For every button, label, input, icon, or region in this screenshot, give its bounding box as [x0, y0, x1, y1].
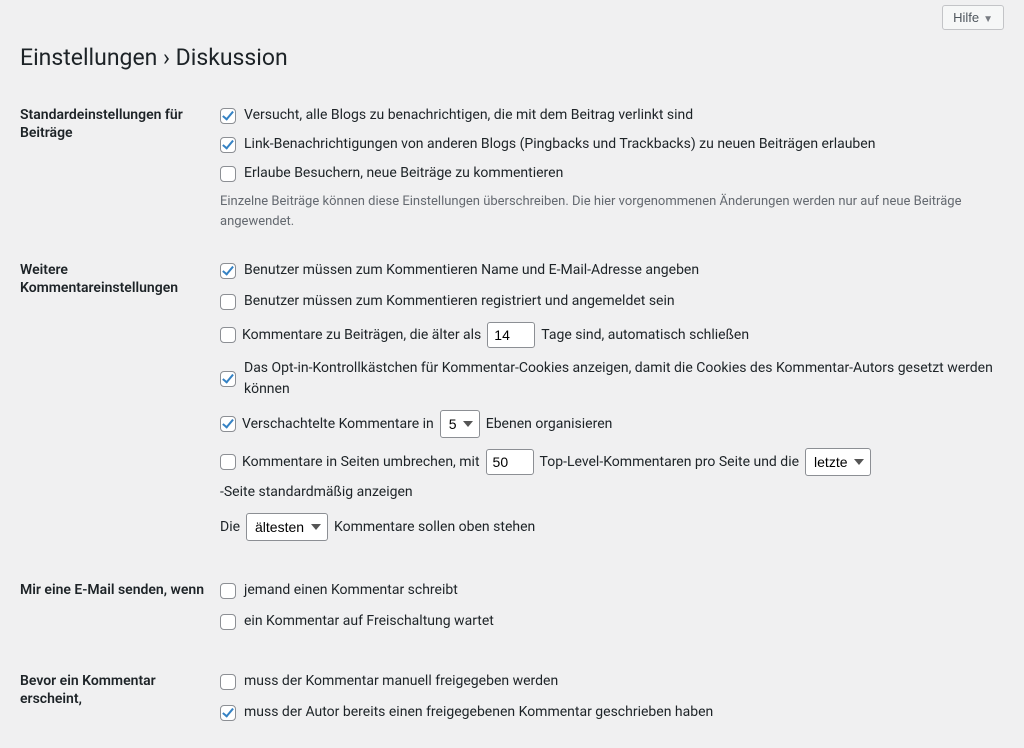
- registered-label[interactable]: Benutzer müssen zum Kommentieren registr…: [220, 291, 675, 312]
- order-pre: Die: [220, 517, 240, 538]
- email-held-label[interactable]: ein Kommentar auf Freischaltung wartet: [220, 611, 494, 632]
- comment-order-select[interactable]: ältesten: [246, 513, 328, 541]
- nested-levels-select[interactable]: 5: [440, 410, 480, 438]
- cookies-optin-label[interactable]: Das Opt-in-Kontrollkästchen für Kommenta…: [220, 358, 1004, 400]
- email-new-comment-checkbox[interactable]: [220, 583, 236, 599]
- paginate-post: -Seite standardmäßig anzeigen: [220, 482, 413, 503]
- trackback-label[interactable]: Link-Benachrichtigungen von anderen Blog…: [220, 134, 875, 155]
- email-new-comment-label[interactable]: jemand einen Kommentar schreibt: [220, 580, 458, 601]
- registered-checkbox[interactable]: [220, 294, 236, 310]
- paginate-comments-checkbox[interactable]: [220, 454, 236, 470]
- prev-approved-text: muss der Autor bereits einen freigegeben…: [244, 702, 713, 723]
- pingback-text: Versucht, alle Blogs zu benachrichtigen,…: [244, 105, 693, 126]
- prev-approved-label[interactable]: muss der Autor bereits einen freigegeben…: [220, 702, 713, 723]
- email-held-text: ein Kommentar auf Freischaltung wartet: [244, 611, 494, 632]
- pingback-label[interactable]: Versucht, alle Blogs zu benachrichtigen,…: [220, 105, 693, 126]
- close-comments-checkbox[interactable]: [220, 327, 236, 343]
- section-heading-before: Bevor ein Kommentar erscheint,: [20, 657, 220, 748]
- allow-comments-label[interactable]: Erlaube Besuchern, neue Beiträge zu komm…: [220, 163, 563, 184]
- prev-approved-checkbox[interactable]: [220, 705, 236, 721]
- paginate-mid1: Top-Level-Kommentaren pro Seite und die: [540, 452, 799, 473]
- section-heading-other: Weitere Kommentareinstellungen: [20, 246, 220, 566]
- registered-text: Benutzer müssen zum Kommentieren registr…: [244, 291, 675, 312]
- manual-approve-label[interactable]: muss der Kommentar manuell freigegeben w…: [220, 671, 558, 692]
- paginate-pre: Kommentare in Seiten umbrechen, mit: [242, 452, 480, 473]
- close-comments-pre: Kommentare zu Beiträgen, die älter als: [242, 325, 481, 346]
- cookies-optin-checkbox[interactable]: [220, 371, 236, 387]
- pingback-checkbox[interactable]: [220, 108, 236, 124]
- help-label: Hilfe: [953, 10, 979, 25]
- help-toggle-button[interactable]: Hilfe ▼: [942, 5, 1004, 30]
- email-new-comment-text: jemand einen Kommentar schreibt: [244, 580, 458, 601]
- nested-comments-checkbox[interactable]: [220, 416, 236, 432]
- close-comments-post: Tage sind, automatisch schließen: [541, 325, 749, 346]
- chevron-down-icon: ▼: [983, 14, 993, 25]
- nested-pre: Verschachtelte Kommentare in: [242, 414, 434, 435]
- section-heading-email: Mir eine E-Mail senden, wenn: [20, 566, 220, 657]
- email-held-checkbox[interactable]: [220, 614, 236, 630]
- close-comments-days-input[interactable]: [487, 322, 535, 348]
- trackback-checkbox[interactable]: [220, 137, 236, 153]
- name-email-text: Benutzer müssen zum Kommentieren Name un…: [244, 260, 699, 281]
- allow-comments-checkbox[interactable]: [220, 166, 236, 182]
- name-email-checkbox[interactable]: [220, 263, 236, 279]
- nested-post: Ebenen organisieren: [486, 414, 613, 435]
- comments-per-page-input[interactable]: [486, 449, 534, 475]
- settings-form-table: Standardeinstellungen für Beiträge Versu…: [20, 91, 1004, 748]
- order-post: Kommentare sollen oben stehen: [334, 517, 535, 538]
- cookies-optin-text: Das Opt-in-Kontrollkästchen für Kommenta…: [244, 358, 1004, 400]
- allow-comments-text: Erlaube Besuchern, neue Beiträge zu komm…: [244, 163, 563, 184]
- manual-approve-checkbox[interactable]: [220, 674, 236, 690]
- name-email-label[interactable]: Benutzer müssen zum Kommentieren Name un…: [220, 260, 699, 281]
- default-article-note: Einzelne Beiträge können diese Einstellu…: [220, 192, 1004, 231]
- section-heading-default-article: Standardeinstellungen für Beiträge: [20, 91, 220, 246]
- default-page-select[interactable]: letzte: [805, 448, 871, 476]
- trackback-text: Link-Benachrichtigungen von anderen Blog…: [244, 134, 875, 155]
- page-title: Einstellungen › Diskussion: [20, 44, 1004, 71]
- manual-approve-text: muss der Kommentar manuell freigegeben w…: [244, 671, 558, 692]
